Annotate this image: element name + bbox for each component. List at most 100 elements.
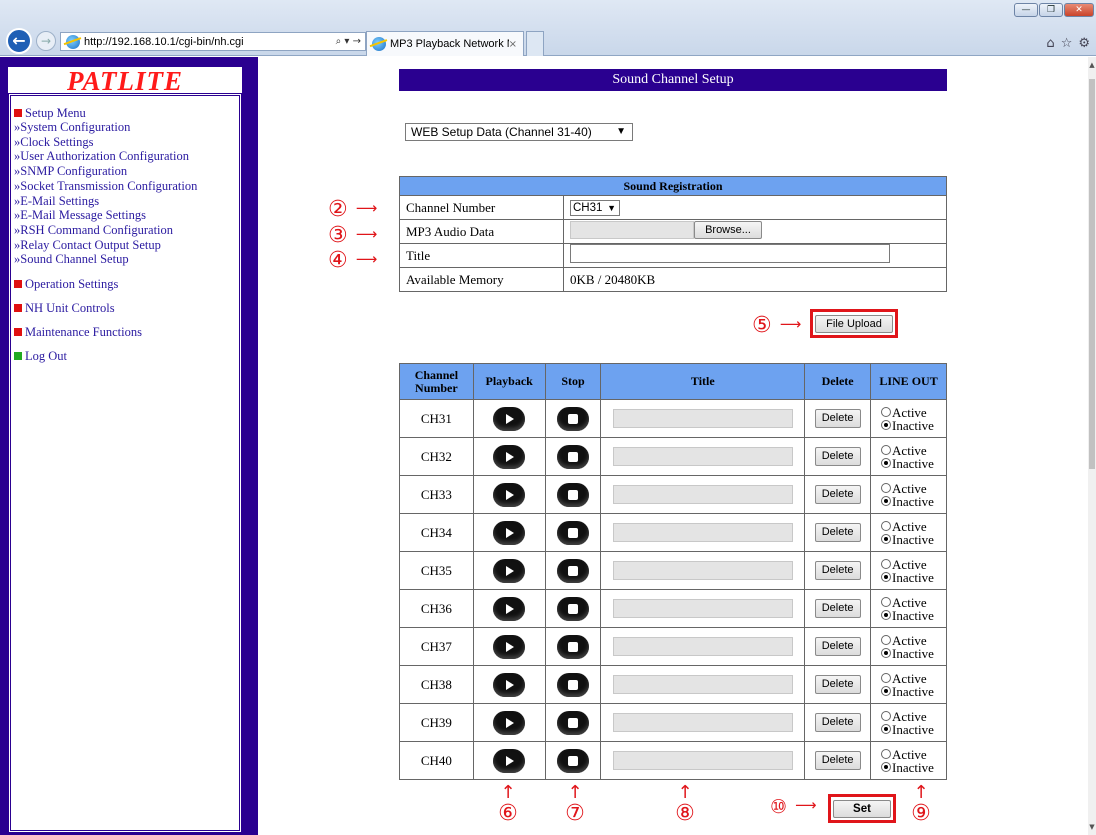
active-option[interactable]: Active — [881, 596, 946, 609]
maintenance-functions-link[interactable]: Maintenance Functions — [14, 325, 235, 339]
menu-sound-channel-setup[interactable]: »Sound Channel Setup — [14, 252, 235, 267]
inactive-option[interactable]: Inactive — [881, 571, 946, 584]
stop-icon[interactable] — [556, 558, 589, 583]
active-radio[interactable] — [881, 559, 892, 569]
active-option[interactable]: Active — [881, 710, 946, 723]
active-option[interactable]: Active — [881, 444, 946, 457]
inactive-option[interactable]: Inactive — [881, 457, 946, 470]
active-radio[interactable] — [881, 597, 892, 607]
stop-icon[interactable] — [556, 482, 589, 507]
active-radio[interactable] — [881, 673, 892, 683]
stop-icon[interactable] — [556, 406, 589, 431]
inactive-option[interactable]: Inactive — [881, 419, 946, 432]
active-option[interactable]: Active — [881, 406, 946, 419]
inactive-radio[interactable] — [881, 610, 892, 620]
active-radio[interactable] — [881, 445, 892, 455]
title-field[interactable] — [612, 675, 793, 694]
inactive-radio[interactable] — [881, 686, 892, 696]
home-icon[interactable]: ⌂ — [1046, 36, 1054, 51]
active-option[interactable]: Active — [881, 634, 946, 647]
play-icon[interactable] — [493, 634, 526, 659]
browse-button[interactable]: Browse... — [694, 220, 762, 239]
play-icon[interactable] — [493, 710, 526, 735]
log-out-link[interactable]: Log Out — [14, 349, 235, 363]
inactive-radio[interactable] — [881, 572, 892, 582]
title-field[interactable] — [612, 523, 793, 542]
active-radio[interactable] — [881, 483, 892, 493]
menu-email-settings[interactable]: »E-Mail Settings — [14, 194, 235, 209]
title-field[interactable] — [612, 485, 793, 504]
delete-button[interactable]: Delete — [814, 751, 861, 770]
menu-socket-transmission[interactable]: »Socket Transmission Configuration — [14, 179, 235, 194]
delete-button[interactable]: Delete — [814, 599, 861, 618]
forward-button[interactable]: → — [36, 31, 56, 51]
title-field[interactable] — [612, 713, 793, 732]
nh-unit-controls-link[interactable]: NH Unit Controls — [14, 301, 235, 315]
page-scrollbar[interactable]: ▲ ▼ — [1088, 57, 1096, 835]
title-field[interactable] — [612, 599, 793, 618]
menu-relay-contact[interactable]: »Relay Contact Output Setup — [14, 238, 235, 253]
stop-icon[interactable] — [556, 634, 589, 659]
active-radio[interactable] — [881, 521, 892, 531]
operation-settings-link[interactable]: Operation Settings — [14, 277, 235, 291]
inactive-option[interactable]: Inactive — [881, 609, 946, 622]
scroll-down-icon[interactable]: ▼ — [1088, 823, 1096, 831]
menu-clock-settings[interactable]: »Clock Settings — [14, 135, 235, 150]
menu-system-configuration[interactable]: »System Configuration — [14, 120, 235, 135]
title-field[interactable] — [612, 751, 793, 770]
delete-button[interactable]: Delete — [814, 713, 861, 732]
inactive-radio[interactable] — [881, 724, 892, 734]
inactive-radio[interactable] — [881, 534, 892, 544]
menu-email-message-settings[interactable]: »E-Mail Message Settings — [14, 208, 235, 223]
active-radio[interactable] — [881, 407, 892, 417]
delete-button[interactable]: Delete — [814, 447, 861, 466]
title-field[interactable] — [612, 409, 793, 428]
title-field[interactable] — [612, 447, 793, 466]
title-field[interactable] — [612, 561, 793, 580]
title-input[interactable] — [570, 244, 890, 263]
active-option[interactable]: Active — [881, 482, 946, 495]
set-button[interactable]: Set — [833, 800, 891, 818]
play-icon[interactable] — [493, 558, 526, 583]
back-button[interactable]: ← — [6, 28, 32, 54]
new-tab-button[interactable] — [526, 31, 544, 56]
channel-number-select[interactable]: CH31 ▼ — [570, 200, 620, 216]
inactive-option[interactable]: Inactive — [881, 647, 946, 660]
inactive-option[interactable]: Inactive — [881, 685, 946, 698]
active-option[interactable]: Active — [881, 558, 946, 571]
active-option[interactable]: Active — [881, 520, 946, 533]
mp3-file-input[interactable]: Browse... — [570, 220, 762, 239]
delete-button[interactable]: Delete — [814, 675, 861, 694]
active-radio[interactable] — [881, 635, 892, 645]
stop-icon[interactable] — [556, 748, 589, 773]
close-window-icon[interactable]: ✕ — [1064, 3, 1094, 17]
gear-icon[interactable]: ⚙ — [1078, 36, 1090, 51]
delete-button[interactable]: Delete — [814, 485, 861, 504]
play-icon[interactable] — [493, 520, 526, 545]
browser-tab[interactable]: MP3 Playback Network Mo... × — [366, 31, 524, 56]
setup-menu-heading[interactable]: Setup Menu — [14, 106, 235, 120]
inactive-radio[interactable] — [881, 496, 892, 506]
stop-icon[interactable] — [556, 710, 589, 735]
inactive-radio[interactable] — [881, 458, 892, 468]
active-option[interactable]: Active — [881, 748, 946, 761]
setup-data-select[interactable]: WEB Setup Data (Channel 31-40) ▼ — [405, 123, 633, 141]
delete-button[interactable]: Delete — [814, 637, 861, 656]
file-path-field[interactable] — [570, 220, 694, 239]
active-option[interactable]: Active — [881, 672, 946, 685]
scroll-up-icon[interactable]: ▲ — [1088, 61, 1096, 69]
delete-button[interactable]: Delete — [814, 409, 861, 428]
inactive-radio[interactable] — [881, 762, 892, 772]
inactive-radio[interactable] — [881, 648, 892, 658]
delete-button[interactable]: Delete — [814, 523, 861, 542]
stop-icon[interactable] — [556, 444, 589, 469]
file-upload-button[interactable]: File Upload — [815, 315, 893, 333]
title-field[interactable] — [612, 637, 793, 656]
menu-user-authorization[interactable]: »User Authorization Configuration — [14, 149, 235, 164]
stop-icon[interactable] — [556, 520, 589, 545]
inactive-option[interactable]: Inactive — [881, 723, 946, 736]
search-dropdown-icon[interactable]: ⌕ ▾ → — [336, 36, 361, 47]
maximize-icon[interactable]: ❐ — [1039, 3, 1063, 17]
menu-snmp-configuration[interactable]: »SNMP Configuration — [14, 164, 235, 179]
play-icon[interactable] — [493, 482, 526, 507]
